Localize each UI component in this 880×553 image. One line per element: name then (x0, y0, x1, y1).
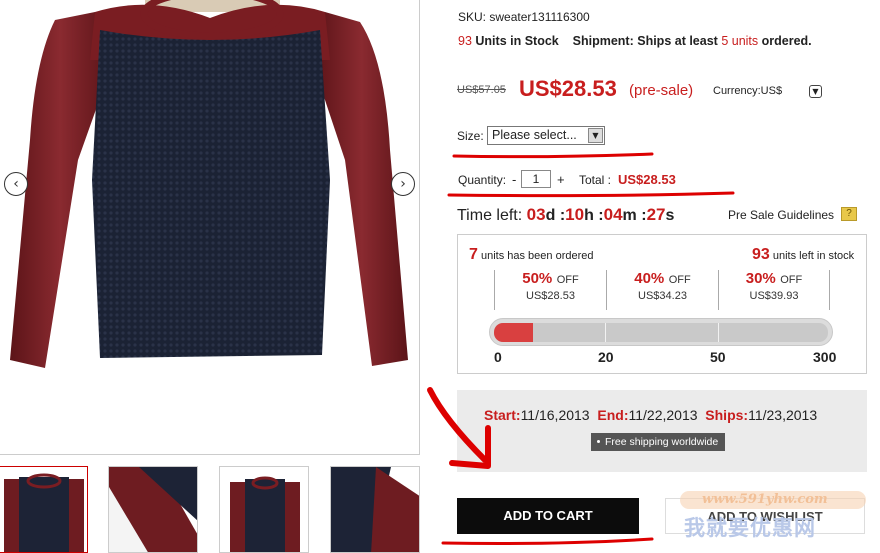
timer-label: Time left: (457, 207, 523, 224)
progress-fill (494, 323, 533, 342)
tier-price: US$34.23 (638, 290, 687, 302)
start-date: 11/16,2013 (520, 407, 590, 423)
total-value: US$28.53 (618, 172, 676, 187)
shipment-days: 5 units (721, 34, 759, 48)
countdown-timer: Time left: 03d :10h :04m :27s (457, 205, 674, 225)
sweater-image (10, 0, 408, 368)
tier-off: OFF (556, 274, 579, 286)
size-label: Size: (457, 129, 484, 143)
timer-days-unit: d (545, 207, 556, 224)
timer-minutes: 04 (603, 205, 623, 224)
tier-percent: 30% (745, 270, 776, 287)
tier-off: OFF (780, 274, 803, 286)
prev-image-arrow-icon[interactable]: ‹ (4, 172, 28, 196)
add-to-cart-button[interactable]: ADD TO CART (457, 498, 639, 534)
thumbnail-4[interactable] (330, 466, 420, 553)
stock-text: Units in Stock (475, 34, 559, 48)
presale-dates-box (457, 390, 867, 472)
left-text: units left in stock (772, 250, 855, 262)
quantity-increase-button[interactable]: + (557, 172, 565, 187)
end-date: 11/22,2013 (628, 407, 698, 423)
size-select[interactable]: Please select... ▼ (487, 126, 605, 145)
sale-price: US$28.53 (519, 76, 617, 101)
progress-track (494, 323, 828, 342)
start-label: Start: (484, 407, 521, 423)
quantity-decrease-button[interactable]: - (512, 172, 516, 187)
timer-seconds-unit: s (665, 207, 675, 224)
thumbnail-strip (0, 466, 430, 553)
tier-price: US$39.93 (749, 290, 799, 302)
timer-minutes-unit: m (622, 207, 637, 224)
stock-line: 93 Units in Stock Shipment: Ships at lea… (458, 34, 812, 48)
help-icon[interactable]: ? (841, 207, 857, 221)
ordered-text: units has been ordered (480, 250, 594, 262)
tier-percent: 50% (522, 270, 553, 287)
thumbnail-3[interactable] (219, 466, 309, 553)
discount-tier-2: 40% OFF US$34.23 (606, 270, 718, 310)
product-main-image (0, 0, 420, 455)
progress-tick (605, 323, 606, 342)
presale-dates: Start:11/16,2013 End:11/22,2013 Ships:11… (484, 407, 817, 423)
discount-tier-3: 30% OFF US$39.93 (718, 270, 830, 310)
shipment-label: Shipment: (572, 34, 634, 48)
timer-hours: 10 (565, 205, 585, 224)
presale-progress-bar (489, 318, 833, 346)
left-count: 93 (752, 246, 770, 263)
quantity-input[interactable]: 1 (521, 170, 551, 188)
sku-label: SKU: (458, 10, 487, 24)
currency-label: Currency:US$ (713, 85, 783, 97)
timer-seconds: 27 (646, 205, 666, 224)
scale-label: 50 (710, 349, 726, 365)
sku-line: SKU: sweater131116300 (458, 10, 590, 24)
sku-value: sweater131116300 (489, 10, 590, 24)
thumbnail-1[interactable] (0, 466, 88, 553)
scale-label: 20 (598, 349, 614, 365)
currency-dropdown-chevron-icon[interactable]: ▼ (809, 85, 822, 98)
stock-count: 93 (458, 34, 472, 48)
next-image-arrow-icon[interactable]: › (391, 172, 415, 196)
timer-days: 03 (526, 205, 546, 224)
end-label: End: (597, 407, 629, 423)
discount-tier-1: 50% OFF US$28.53 (494, 270, 606, 310)
size-select-value: Please select... (492, 128, 577, 142)
dropdown-arrow-icon: ▼ (588, 128, 603, 143)
tier-off: OFF (668, 274, 691, 286)
scale-label: 0 (494, 349, 502, 365)
shipment-post: ordered. (761, 34, 812, 48)
watermark-text: 我就要优惠网 (684, 517, 816, 540)
ordered-count-line: 7 units has been ordered (469, 246, 594, 264)
ships-label: Ships: (705, 407, 749, 423)
tier-percent: 40% (634, 270, 665, 287)
quantity-label: Quantity: (458, 173, 507, 187)
presale-guidelines-link[interactable]: Pre Sale Guidelines (728, 208, 834, 222)
total-label: Total : (579, 173, 612, 187)
ships-date: 11/23,2013 (748, 407, 818, 423)
left-in-stock-line: 93 units left in stock (752, 246, 854, 264)
shipment-pre: Ships at least (637, 34, 718, 48)
timer-hours-unit: h (584, 207, 594, 224)
thumbnail-2[interactable] (108, 466, 198, 553)
free-shipping-badge: Free shipping worldwide (591, 433, 726, 451)
presale-tag: (pre-sale) (629, 82, 694, 99)
progress-tick (718, 323, 719, 342)
tier-price: US$28.53 (526, 290, 575, 302)
ordered-count: 7 (469, 246, 478, 263)
original-price: US$57.05 (457, 84, 506, 96)
scale-label: 300 (813, 349, 837, 365)
watermark-url: www.591yhw.com (702, 492, 828, 507)
